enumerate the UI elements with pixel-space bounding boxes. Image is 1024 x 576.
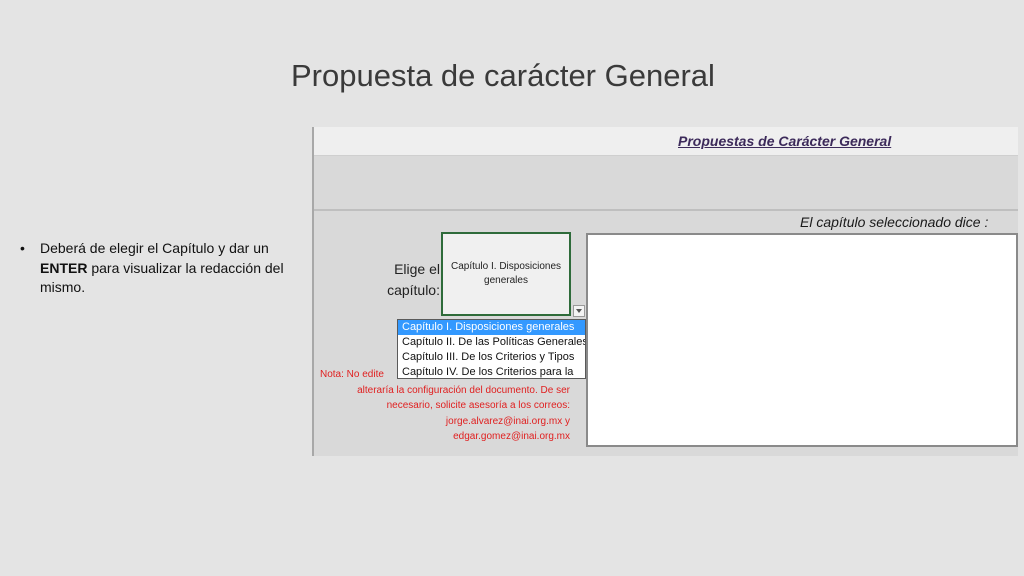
instruction-text-enter: ENTER <box>40 259 88 276</box>
slide-title: Propuesta de carácter General <box>291 58 715 93</box>
choose-label-line1: Elige el <box>394 261 440 277</box>
instruction-text-start: Deberá de elegir el Capítulo y dar un <box>40 240 269 256</box>
choose-label-line2: capítulo: <box>387 282 440 298</box>
chapter-text-display[interactable] <box>586 233 1018 447</box>
note-line-4: jorge.alvarez@inai.org.mx y <box>445 415 570 427</box>
sheet-band <box>314 156 1018 211</box>
note-line-1: Nota: No edite <box>320 369 384 380</box>
choose-chapter-label: Elige el capítulo: <box>364 259 440 301</box>
dropdown-option-3[interactable]: Capítulo III. De los Criterios y Tipos <box>398 350 585 365</box>
note-line-3: necesario, solicite asesoría a los corre… <box>386 400 570 411</box>
chevron-down-icon[interactable] <box>573 305 585 317</box>
spreadsheet-screenshot: Propuestas de Carácter General El capítu… <box>312 127 1018 456</box>
sheet-body: El capítulo seleccionado dice : Elige el… <box>314 211 1018 456</box>
note-line-5: edgar.gomez@inai.org.mx <box>453 431 570 442</box>
sheet-header-title: Propuestas de Carácter General <box>678 133 892 149</box>
edit-warning-note: Nota: No edite alteraría la configuració… <box>320 367 570 445</box>
bullet-dot: • <box>20 240 25 256</box>
selected-chapter-caption: El capítulo seleccionado dice : <box>800 214 989 230</box>
dropdown-option-1[interactable]: Capítulo I. Disposiciones generales <box>398 320 585 335</box>
instruction-bullet: • Deberá de elegir el Capítulo y dar un … <box>20 239 310 298</box>
note-line-2: alteraría la configuración del documento… <box>357 384 570 396</box>
sheet-header: Propuestas de Carácter General <box>314 127 1018 156</box>
dropdown-option-2[interactable]: Capítulo II. De las Políticas Generales <box>398 335 585 350</box>
instruction-text: Deberá de elegir el Capítulo y dar un EN… <box>40 239 310 298</box>
chapter-select-cell[interactable]: Capítulo I. Disposiciones generales <box>441 232 571 316</box>
